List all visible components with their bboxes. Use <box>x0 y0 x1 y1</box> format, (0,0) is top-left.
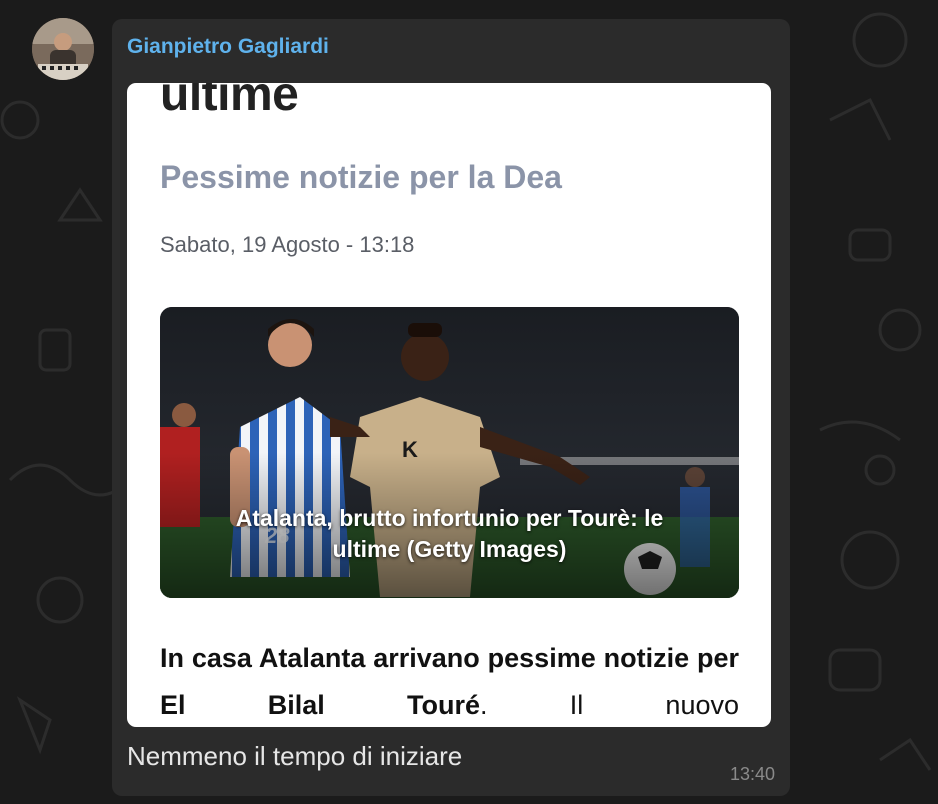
photo-caption: Atalanta, brutto infortunio per Tourè: l… <box>235 505 664 562</box>
avatar-photo <box>32 18 94 80</box>
article-subtitle: Pessime notizie per la Dea <box>160 159 562 195</box>
article-photo: K 28 Atalanta, brutto infortunio per Tou… <box>160 307 739 598</box>
article-date: Sabato, 19 Agosto - 13:18 <box>160 232 415 257</box>
sender-avatar[interactable] <box>32 18 94 80</box>
sender-name[interactable]: Gianpietro Gagliardi <box>127 35 329 59</box>
article-body: In casa Atalanta arrivano pessime notizi… <box>160 635 739 727</box>
message-time: 13:40 <box>729 764 775 784</box>
attached-screenshot[interactable]: ultime Pessime notizie per la Dea Sabato… <box>127 83 771 727</box>
article-headline: ultime <box>160 83 299 121</box>
message-text: Nemmeno il tempo di iniziare <box>127 741 463 771</box>
article-body-rest: . Il nuovo <box>479 690 739 720</box>
message-bubble[interactable]: Gianpietro Gagliardi ultime Pessime noti… <box>112 19 790 796</box>
